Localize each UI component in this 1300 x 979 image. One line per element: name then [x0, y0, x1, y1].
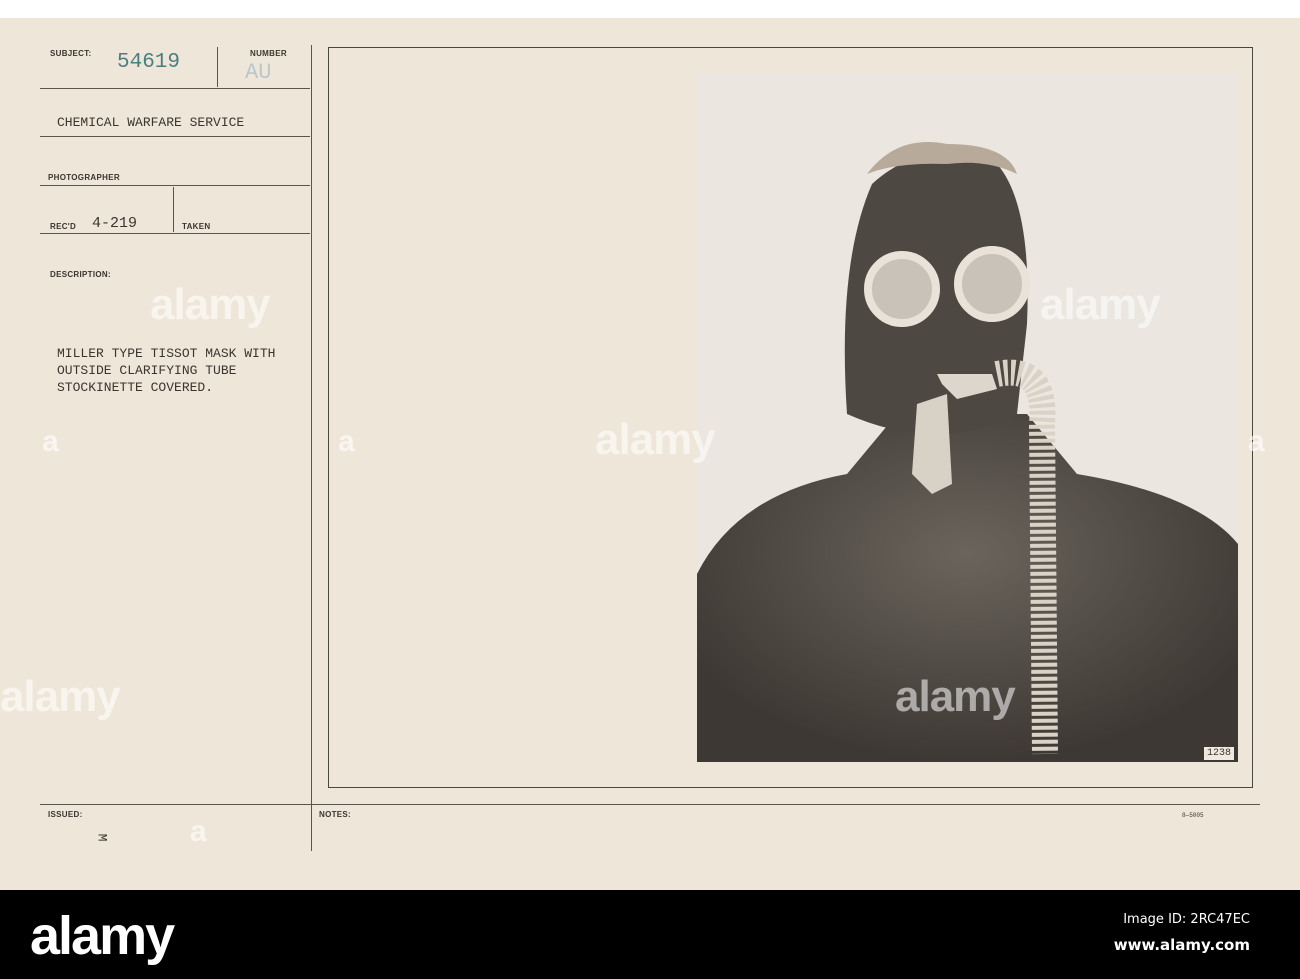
soldier-gas-mask-image	[697, 74, 1238, 762]
footer-band	[0, 890, 1300, 979]
notes-label: NOTES:	[319, 810, 352, 819]
watermark-letter: a	[1248, 425, 1265, 458]
divider	[40, 185, 310, 186]
divider	[40, 136, 310, 137]
issued-label: ISSUED:	[48, 810, 83, 819]
taken-label: TAKEN	[182, 222, 211, 231]
number-label: NUMBER	[250, 49, 287, 58]
site-url: www.alamy.com	[1113, 936, 1250, 954]
divider	[40, 233, 310, 234]
photograph: 1238	[697, 74, 1238, 762]
divider	[40, 88, 310, 89]
number-value: AU	[245, 60, 272, 85]
watermark: alamy	[595, 415, 716, 464]
watermark-letter: a	[338, 425, 355, 458]
alamy-logo: alamy	[30, 906, 175, 966]
divider	[217, 47, 218, 87]
photographer-label: PHOTOGRAPHER	[48, 173, 120, 182]
watermark: alamy	[895, 672, 1016, 721]
description-label: DESCRIPTION:	[50, 270, 111, 279]
watermark: alamy	[1040, 280, 1161, 329]
photo-number: 1238	[1203, 747, 1234, 760]
description-line: STOCKINETTE COVERED.	[57, 380, 214, 395]
description-line: OUTSIDE CLARIFYING TUBE	[57, 363, 237, 378]
subject-label: SUBJECT:	[50, 49, 92, 58]
recd-value: 4-219	[92, 215, 138, 232]
watermark: alamy	[0, 672, 121, 721]
divider	[173, 187, 174, 232]
agency-title: CHEMICAL WARFARE SERVICE	[57, 115, 245, 130]
watermark: alamy	[150, 280, 271, 329]
recd-label: REC'D	[50, 222, 77, 231]
subject-value: 54619	[117, 51, 181, 74]
watermark-letter: a	[42, 425, 59, 458]
form-number: 8—5005	[1182, 812, 1204, 819]
divider	[311, 45, 312, 851]
watermark-letter: a	[190, 815, 207, 848]
image-id: Image ID: 2RC47EC	[1123, 912, 1250, 927]
divider	[40, 804, 1260, 805]
description-line: MILLER TYPE TISSOT MASK WITH	[57, 346, 276, 361]
issued-value: M	[94, 833, 110, 842]
